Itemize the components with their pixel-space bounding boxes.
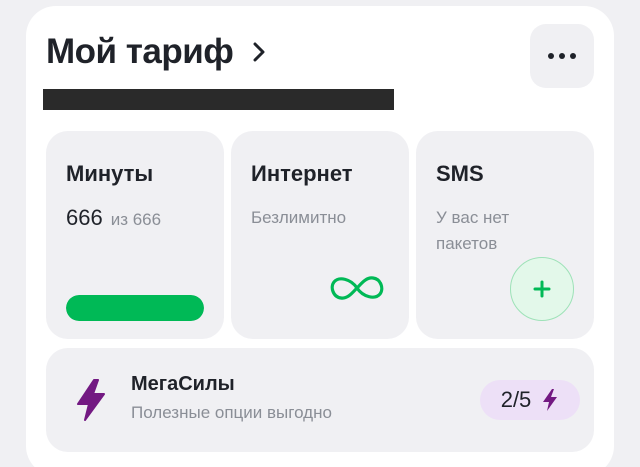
add-sms-package-button[interactable]: [510, 257, 574, 321]
minutes-tile[interactable]: Минуты 666 из 666: [46, 131, 224, 339]
minutes-value: 666: [66, 205, 103, 230]
megasily-title: МегаСилы: [131, 373, 235, 395]
minutes-remaining: 666 из 666: [66, 205, 161, 231]
tariff-header[interactable]: Мой тариф: [46, 32, 267, 72]
internet-tile[interactable]: Интернет Безлимитно: [231, 131, 409, 339]
sms-tile[interactable]: SMS У вас нет пакетов: [416, 131, 594, 339]
internet-status: Безлимитно: [251, 208, 347, 227]
more-menu-button[interactable]: [530, 24, 594, 88]
infinity-icon: [330, 276, 384, 300]
lightning-icon: [77, 379, 105, 421]
sms-title: SMS: [436, 161, 484, 186]
page-title[interactable]: Мой тариф: [46, 32, 234, 72]
sms-status: У вас нет пакетов: [436, 208, 510, 253]
more-dots-icon: [548, 53, 554, 59]
minutes-total: из 666: [110, 210, 162, 229]
megasily-count-badge: 2/5: [480, 380, 580, 420]
megasily-subtitle: Полезные опции выгодно: [131, 403, 332, 422]
megasily-count: 2/5: [500, 387, 532, 412]
megasily-row[interactable]: МегаСилы Полезные опции выгодно 2/5: [46, 348, 594, 452]
lightning-small-icon: [543, 389, 558, 411]
redacted-phone-number: [43, 89, 394, 110]
plus-icon: [533, 280, 551, 298]
minutes-title: Минуты: [66, 161, 154, 186]
minutes-progress-fill: [66, 295, 204, 321]
minutes-progress-bar: [66, 295, 204, 321]
internet-title: Интернет: [251, 161, 353, 186]
chevron-right-icon[interactable]: [251, 41, 267, 63]
